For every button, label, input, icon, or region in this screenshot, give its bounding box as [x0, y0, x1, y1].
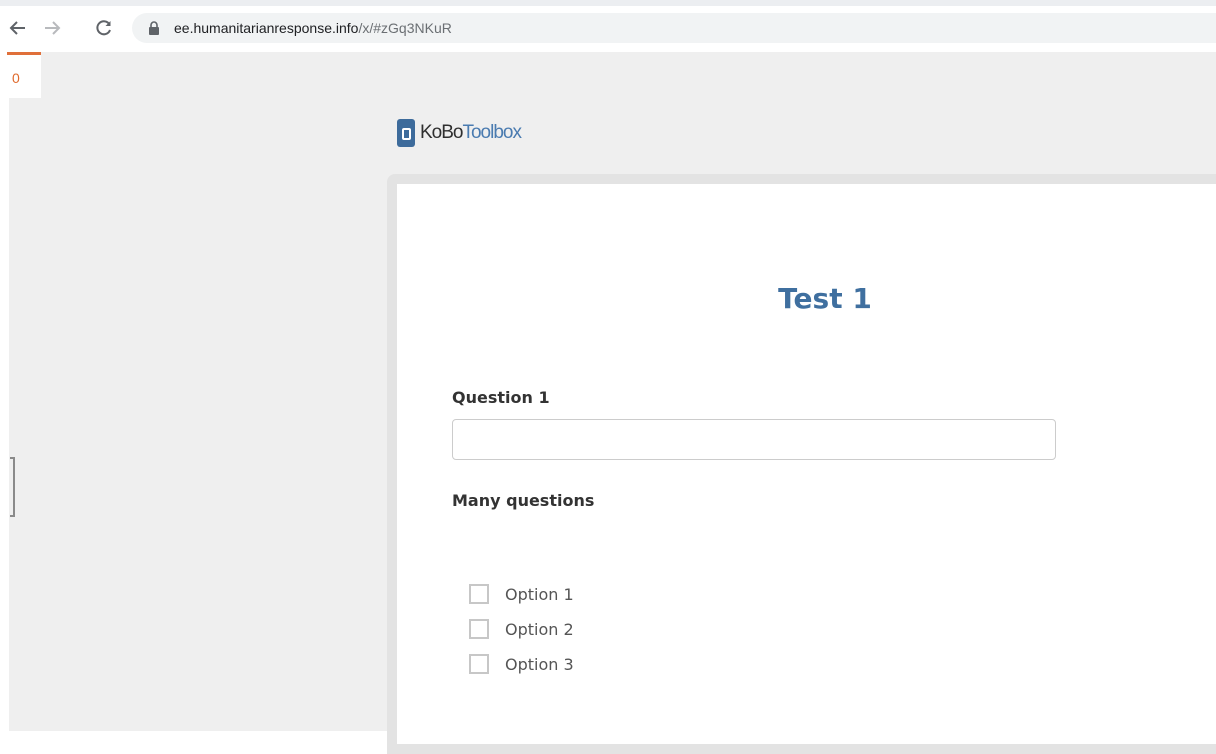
option-1-label[interactable]: Option 1 — [505, 585, 574, 604]
option-3-checkbox[interactable] — [469, 654, 489, 674]
option-2-checkbox[interactable] — [469, 619, 489, 639]
option-1[interactable]: Option 1 — [469, 584, 574, 604]
question-2-label: Many questions — [452, 491, 595, 510]
question-1-input[interactable] — [452, 419, 1056, 460]
option-2-label[interactable]: Option 2 — [505, 620, 574, 639]
side-strip — [0, 52, 9, 731]
lock-icon — [148, 21, 160, 40]
forward-arrow-icon[interactable] — [40, 16, 64, 40]
back-arrow-icon[interactable] — [6, 16, 30, 40]
question-1-label: Question 1 — [452, 388, 550, 407]
counter-badge[interactable]: 0 — [7, 52, 41, 98]
address-bar[interactable]: ee.humanitarianresponse.info/x/#zGq3NKuR — [132, 13, 1216, 43]
logo-toolbox-text: Toolbox — [462, 122, 521, 143]
reload-icon[interactable] — [92, 16, 116, 40]
page-background: 0 KoBo Toolbox Test 1 Question 1 Many qu… — [0, 52, 1216, 754]
form-title: Test 1 — [778, 282, 872, 315]
kobo-logo-icon — [397, 119, 415, 147]
logo-kobo-text: KoBo — [420, 122, 463, 143]
option-3[interactable]: Option 3 — [469, 654, 574, 674]
url-path: /x/#zGq3NKuR — [358, 20, 452, 36]
url-host: ee.humanitarianresponse.info — [174, 20, 359, 36]
kobotoolbox-logo[interactable]: KoBo Toolbox — [397, 119, 522, 147]
url-text: ee.humanitarianresponse.info/x/#zGq3NKuR — [174, 19, 452, 37]
option-2[interactable]: Option 2 — [469, 619, 574, 639]
browser-toolbar: ee.humanitarianresponse.info/x/#zGq3NKuR — [0, 0, 1216, 52]
option-3-label[interactable]: Option 3 — [505, 655, 574, 674]
scroll-handle[interactable] — [10, 457, 15, 517]
counter-value: 0 — [12, 70, 20, 86]
form-card: Test 1 Question 1 Many questions Option … — [397, 184, 1216, 744]
option-1-checkbox[interactable] — [469, 584, 489, 604]
